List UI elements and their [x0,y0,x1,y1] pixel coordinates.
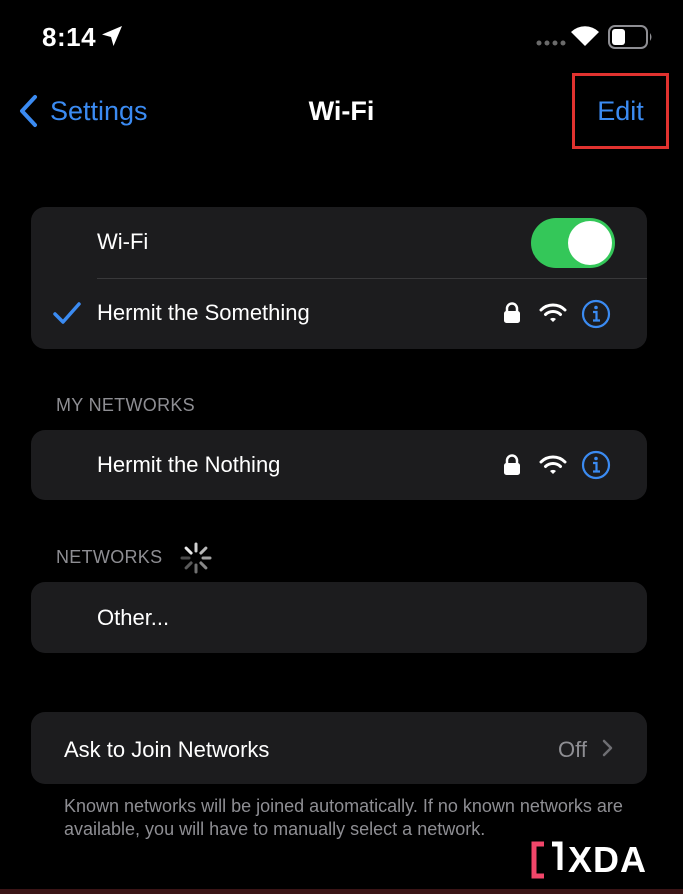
networks-header: NETWORKS [56,547,163,567]
back-button[interactable]: Settings [18,94,148,128]
info-icon[interactable] [581,450,611,480]
xda-bracket-icon [531,841,563,879]
back-button-label: Settings [50,95,148,126]
wifi-toggle-row: Wi-Fi [31,207,647,278]
info-icon[interactable] [581,299,611,329]
edit-button-label: Edit [597,95,644,126]
connected-network-name: Hermit the Something [97,300,310,325]
cellular-signal-icon [536,40,566,46]
networks-group: Other... [31,582,647,653]
location-arrow-icon [102,26,122,46]
bottom-strip [0,889,683,894]
chevron-right-icon [602,739,613,757]
other-network-row[interactable]: Other... [31,582,647,653]
chevron-left-icon [20,95,37,127]
checkmark-icon [53,302,81,324]
spinner-icon [180,542,212,574]
my-networks-header: MY NETWORKS [56,395,195,415]
network-row[interactable]: Hermit the Nothing [31,430,647,500]
lock-icon [504,454,520,475]
wifi-group: Wi-Fi Hermit the Something [31,207,647,349]
wifi-icon [539,303,567,322]
my-networks-group: Hermit the Nothing [31,430,647,500]
ask-to-join-value: Off [558,737,587,762]
ask-to-join-row[interactable]: Ask to Join Networks Off [31,712,647,784]
ask-to-join-group: Ask to Join Networks Off [31,712,647,784]
status-bar: 8:14 [0,0,683,76]
wifi-status-icon [571,26,599,46]
xda-watermark-text: XDA [568,839,648,880]
toggle-knob [568,221,612,265]
lock-icon [504,302,520,323]
connected-network-row[interactable]: Hermit the Something [31,278,647,349]
status-time: 8:14 [42,22,97,52]
battery-icon [608,25,652,49]
wifi-toggle-label: Wi-Fi [97,229,149,254]
wifi-icon [539,455,567,474]
edit-button[interactable]: Edit [572,73,669,149]
navigation-bar: Settings Wi-Fi Edit [0,73,683,156]
xda-watermark: XDA [530,839,648,880]
ask-to-join-footnote: Known networks will be joined automatica… [64,796,623,839]
wifi-toggle[interactable] [531,218,615,268]
ask-to-join-label: Ask to Join Networks [64,737,270,762]
other-network-label: Other... [97,605,170,630]
network-name: Hermit the Nothing [97,452,281,477]
